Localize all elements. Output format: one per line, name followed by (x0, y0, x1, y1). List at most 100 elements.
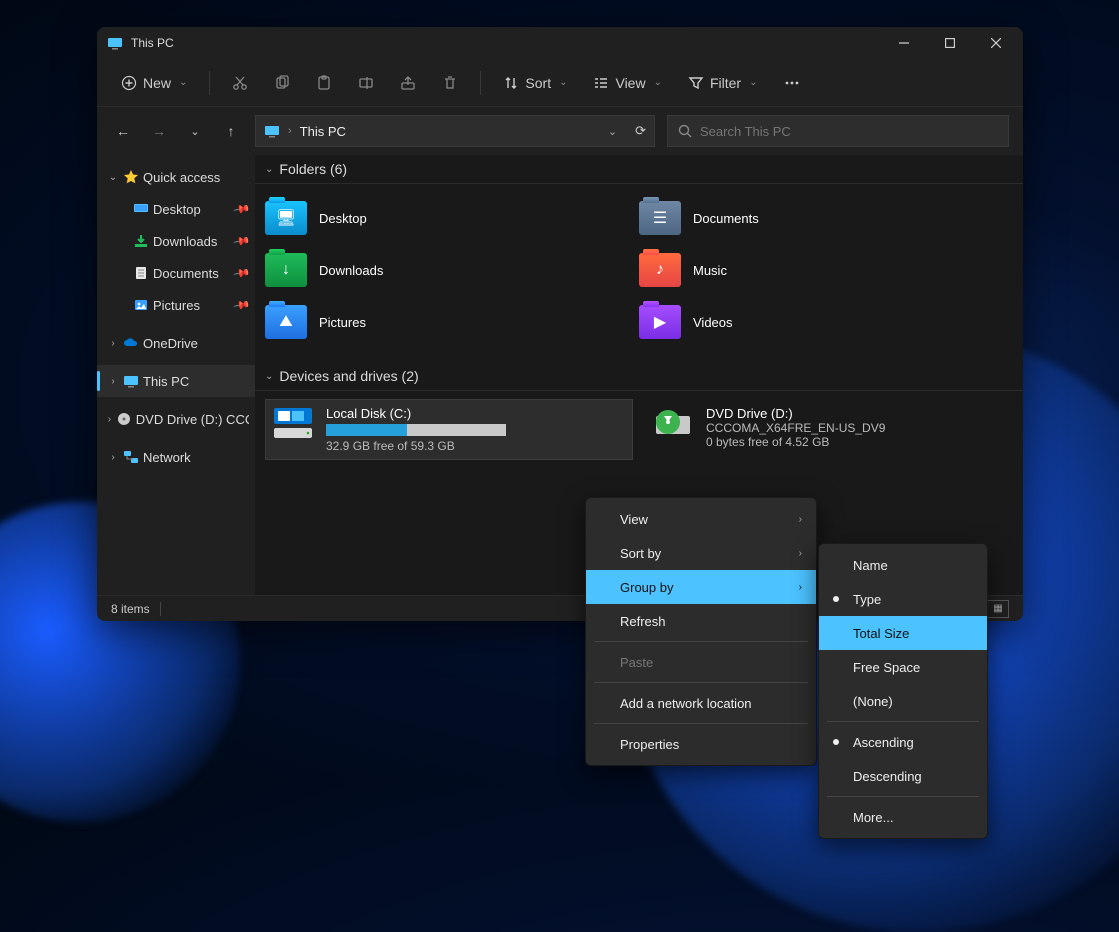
delete-button[interactable] (438, 67, 462, 99)
file-explorer-window: This PC New ⌄ Sort (97, 27, 1023, 621)
chevron-right-icon[interactable]: › (107, 338, 119, 349)
chevron-right-icon[interactable]: › (107, 376, 119, 387)
up-button[interactable]: ↑ (219, 123, 243, 139)
music-icon: ♪ (656, 261, 664, 279)
separator (594, 641, 808, 642)
view-button[interactable]: View ⌄ (589, 67, 665, 99)
maximize-button[interactable] (927, 27, 973, 59)
cloud-icon (123, 335, 139, 351)
submenu-free-space[interactable]: Free Space (819, 650, 987, 684)
folders-header[interactable]: ⌄ Folders (6) (255, 155, 1023, 184)
chevron-down-icon[interactable]: ⌄ (107, 172, 119, 183)
submenu-none[interactable]: (None) (819, 684, 987, 718)
folder-videos[interactable]: ▶ Videos (639, 296, 1013, 348)
rename-button[interactable] (354, 67, 378, 99)
sidebar-item-label: Downloads (153, 234, 217, 249)
drive-free-text: 0 bytes free of 4.52 GB (706, 435, 885, 449)
cut-button[interactable] (228, 67, 252, 99)
address-dropdown[interactable]: ⌄ (608, 125, 617, 138)
sidebar-dvd[interactable]: › DVD Drive (D:) CCCOMA_X64FRE_EN-US_DV9 (97, 403, 255, 435)
menu-sort-by[interactable]: Sort by › (586, 536, 816, 570)
submenu-descending[interactable]: Descending (819, 759, 987, 793)
disc-icon (652, 406, 694, 440)
drive-free-text: 32.9 GB free of 59.3 GB (326, 439, 506, 453)
back-button[interactable]: ← (111, 123, 135, 139)
sidebar-network[interactable]: › Network (97, 441, 255, 473)
menu-label: Refresh (620, 614, 666, 629)
sidebar-item-downloads[interactable]: Downloads 📌 (97, 225, 255, 257)
window-title: This PC (131, 36, 174, 50)
sidebar-item-label: Quick access (143, 170, 220, 185)
copy-button[interactable] (270, 67, 294, 99)
icons-view-button[interactable]: ▦ (987, 600, 1009, 618)
filter-button[interactable]: Filter ⌄ (684, 67, 762, 99)
folder-desktop[interactable]: 🖥 Desktop (265, 192, 639, 244)
sidebar-item-pictures[interactable]: Pictures 📌 (97, 289, 255, 321)
submenu-ascending[interactable]: Ascending (819, 725, 987, 759)
chevron-right-icon[interactable]: › (107, 414, 112, 425)
drive-d[interactable]: DVD Drive (D:) CCCOMA_X64FRE_EN-US_DV9 0… (645, 399, 1013, 460)
new-button[interactable]: New ⌄ (117, 67, 191, 99)
submenu-type[interactable]: Type (819, 582, 987, 616)
sidebar-item-desktop[interactable]: Desktop 📌 (97, 193, 255, 225)
menu-add-network[interactable]: Add a network location (586, 686, 816, 720)
folder-documents[interactable]: ☰ Documents (639, 192, 1013, 244)
drives-header[interactable]: ⌄ Devices and drives (2) (255, 362, 1023, 391)
share-button[interactable] (396, 67, 420, 99)
menu-label: Name (853, 558, 888, 573)
drive-name: DVD Drive (D:) (706, 406, 885, 421)
submenu-name[interactable]: Name (819, 548, 987, 582)
search-icon (678, 124, 692, 138)
paste-button[interactable] (312, 67, 336, 99)
forward-button[interactable]: → (147, 123, 171, 139)
menu-label: (None) (853, 694, 893, 709)
sidebar-item-documents[interactable]: Documents 📌 (97, 257, 255, 289)
menu-view[interactable]: View › (586, 502, 816, 536)
sidebar-onedrive[interactable]: › OneDrive (97, 327, 255, 359)
sort-button[interactable]: Sort ⌄ (499, 67, 571, 99)
menu-label: View (620, 512, 648, 527)
sidebar-thispc[interactable]: › This PC (97, 365, 255, 397)
chevron-down-icon[interactable]: ⌄ (265, 164, 273, 175)
navigation-row: ← → ⌄ ↑ › This PC ⌄ ⟳ (97, 107, 1023, 155)
thispc-icon (264, 123, 280, 139)
menu-refresh[interactable]: Refresh (586, 604, 816, 638)
address-bar[interactable]: › This PC ⌄ ⟳ (255, 115, 655, 147)
drive-c[interactable]: Local Disk (C:) 32.9 GB free of 59.3 GB (265, 399, 633, 460)
minimize-button[interactable] (881, 27, 927, 59)
breadcrumb-chevron-icon[interactable]: › (288, 125, 292, 137)
menu-label: More... (853, 810, 893, 825)
close-button[interactable] (973, 27, 1019, 59)
chevron-down-icon: ⌄ (654, 77, 662, 88)
menu-label: Sort by (620, 546, 661, 561)
star-icon (123, 169, 139, 185)
chevron-down-icon[interactable]: ⌄ (265, 371, 273, 382)
folder-pictures[interactable]: ⛰ Pictures (265, 296, 639, 348)
search-bar[interactable] (667, 115, 1009, 147)
folder-downloads[interactable]: ↓ Downloads (265, 244, 639, 296)
menu-label: Ascending (853, 735, 914, 750)
document-icon (133, 265, 149, 281)
toolbar: New ⌄ Sort ⌄ View ⌄ Filter ⌄ (97, 59, 1023, 107)
thispc-icon (107, 35, 123, 51)
folder-music[interactable]: ♪ Music (639, 244, 1013, 296)
more-button[interactable] (779, 67, 805, 99)
sidebar-item-label: Pictures (153, 298, 200, 313)
submenu-more[interactable]: More... (819, 800, 987, 834)
pin-icon: 📌 (233, 232, 252, 251)
menu-group-by[interactable]: Group by › (586, 570, 816, 604)
search-input[interactable] (700, 124, 998, 139)
chevron-right-icon[interactable]: › (107, 452, 119, 463)
refresh-button[interactable]: ⟳ (635, 123, 646, 139)
menu-label: Paste (620, 655, 653, 670)
titlebar[interactable]: This PC (97, 27, 1023, 59)
submenu-total-size[interactable]: Total Size (819, 616, 987, 650)
recent-button[interactable]: ⌄ (183, 125, 207, 138)
folder-label: Music (693, 263, 727, 278)
menu-properties[interactable]: Properties (586, 727, 816, 761)
menu-label: Type (853, 592, 881, 607)
download-icon: ↓ (282, 261, 290, 279)
chevron-down-icon: ⌄ (559, 77, 567, 88)
sidebar-quick-access[interactable]: ⌄ Quick access (97, 161, 255, 193)
breadcrumb[interactable]: This PC (300, 124, 346, 139)
